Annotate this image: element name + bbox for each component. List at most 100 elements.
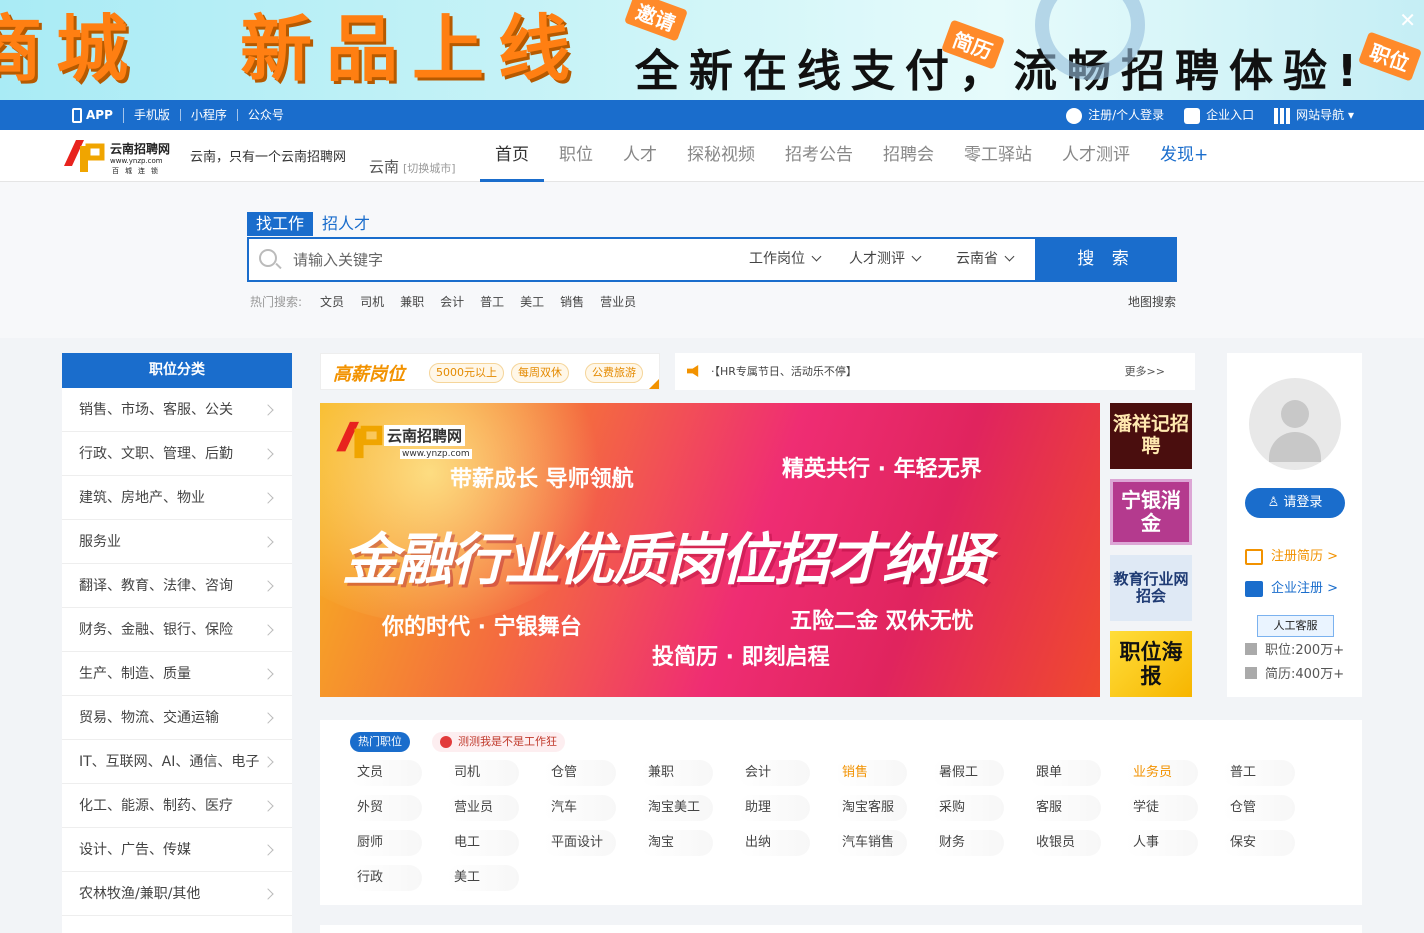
nav-jobs[interactable]: 职位 bbox=[544, 130, 608, 182]
category-item[interactable]: 销售、市场、客服、公关 bbox=[62, 388, 292, 432]
side-ad-pxj[interactable]: 潘祥记招聘 bbox=[1110, 403, 1192, 469]
hot-job-item[interactable]: 行政 bbox=[350, 865, 422, 891]
tab-find-talent[interactable]: 招人才 bbox=[313, 212, 379, 236]
hot-job-item[interactable]: 文员 bbox=[350, 760, 422, 786]
category-item[interactable]: 服务业 bbox=[62, 520, 292, 564]
register-login-link[interactable]: 注册/个人登录 bbox=[1066, 106, 1164, 124]
side-ad-ningyin[interactable]: 宁银消金 bbox=[1110, 479, 1192, 545]
hot-search-item[interactable]: 司机 bbox=[360, 293, 384, 310]
register-resume-link[interactable]: 注册简历 > bbox=[1245, 545, 1338, 565]
nav-talent-assessment[interactable]: 人才测评 bbox=[1047, 130, 1145, 182]
hot-job-item[interactable]: 美工 bbox=[447, 865, 519, 891]
hot-job-item[interactable]: 保安 bbox=[1223, 830, 1295, 856]
hot-job-item[interactable]: 人事 bbox=[1126, 830, 1198, 856]
nav-job-fairs[interactable]: 招聘会 bbox=[868, 130, 949, 182]
login-button[interactable]: ♙ 请登录 bbox=[1245, 488, 1345, 518]
hot-job-item[interactable]: 业务员 bbox=[1126, 760, 1198, 786]
category-item[interactable]: 财务、金融、银行、保险 bbox=[62, 608, 292, 652]
hot-job-item[interactable]: 兼职 bbox=[641, 760, 713, 786]
hot-search-item[interactable]: 美工 bbox=[520, 293, 544, 310]
hot-search-item[interactable]: 兼职 bbox=[400, 293, 424, 310]
hot-job-item[interactable]: 汽车销售 bbox=[835, 830, 907, 856]
category-item[interactable]: 贸易、物流、交通运输 bbox=[62, 696, 292, 740]
hot-job-item[interactable]: 客服 bbox=[1029, 795, 1101, 821]
hot-job-item[interactable]: 仓管 bbox=[544, 760, 616, 786]
hot-job-item[interactable]: 暑假工 bbox=[932, 760, 1004, 786]
city-selector[interactable]: 云南 [切换城市] bbox=[369, 156, 456, 177]
site-nav-dropdown[interactable]: 网站导航 ▾ bbox=[1274, 106, 1354, 124]
category-item[interactable]: 化工、能源、制药、医疗 bbox=[62, 784, 292, 828]
top-ad-banner[interactable]: 商城 新品上线 全新在线支付，流畅招聘体验! 邀请 简历 职位 ✕ bbox=[0, 0, 1424, 100]
nav-home[interactable]: 首页 bbox=[480, 130, 544, 182]
hot-job-item[interactable]: 财务 bbox=[932, 830, 1004, 856]
category-item[interactable]: 行政、文职、管理、后勤 bbox=[62, 432, 292, 476]
side-ad-job-poster[interactable]: 职位海报 bbox=[1110, 631, 1192, 697]
hero-banner[interactable]: 云南招聘网 www.ynzp.com 带薪成长 导师领航 精英共行 · 年轻无界… bbox=[320, 403, 1100, 697]
notice-more-link[interactable]: 更多>> bbox=[1125, 363, 1165, 379]
hot-job-item[interactable]: 销售 bbox=[835, 760, 907, 786]
hot-job-item[interactable]: 采购 bbox=[932, 795, 1004, 821]
category-item[interactable]: 农林牧渔/兼职/其他 bbox=[62, 872, 292, 916]
category-title: 职位分类 bbox=[62, 353, 292, 388]
hot-job-item[interactable]: 仓管 bbox=[1223, 795, 1295, 821]
nav-gig-station[interactable]: 零工驿站 bbox=[949, 130, 1047, 182]
hot-jobs-tab[interactable]: 热门职位 bbox=[350, 732, 410, 752]
nav-videos[interactable]: 探秘视频 bbox=[672, 130, 770, 182]
banner-subtitle: 全新在线支付，流畅招聘体验! bbox=[635, 46, 1368, 97]
nav-talent[interactable]: 人才 bbox=[608, 130, 672, 182]
hot-job-item[interactable]: 营业员 bbox=[447, 795, 519, 821]
nav-exam-notices[interactable]: 招考公告 bbox=[770, 130, 868, 182]
switch-city-link[interactable]: [切换城市] bbox=[403, 162, 456, 175]
job-type-dropdown[interactable]: 工作岗位 bbox=[749, 239, 820, 280]
search-button[interactable]: 搜 索 bbox=[1035, 237, 1177, 282]
high-salary-strip[interactable]: 高薪岗位 5000元以上 每周双休 公费旅游 bbox=[320, 353, 660, 390]
banner-close-icon[interactable]: ✕ bbox=[1399, 8, 1416, 32]
hot-search-item[interactable]: 文员 bbox=[320, 293, 344, 310]
search-input[interactable] bbox=[293, 239, 713, 280]
hot-job-item[interactable]: 跟单 bbox=[1029, 760, 1101, 786]
hot-job-item[interactable]: 淘宝 bbox=[641, 830, 713, 856]
hot-search-item[interactable]: 普工 bbox=[480, 293, 504, 310]
nav-discover[interactable]: 发现+ bbox=[1145, 130, 1223, 182]
hot-job-item[interactable]: 学徒 bbox=[1126, 795, 1198, 821]
map-search-link[interactable]: 地图搜索 bbox=[1128, 293, 1176, 310]
hot-search-item[interactable]: 销售 bbox=[560, 293, 584, 310]
salary-pill[interactable]: 5000元以上 bbox=[429, 363, 504, 383]
hot-job-item[interactable]: 助理 bbox=[738, 795, 810, 821]
category-item[interactable]: 翻译、教育、法律、咨询 bbox=[62, 564, 292, 608]
hot-job-item[interactable]: 外贸 bbox=[350, 795, 422, 821]
hot-job-item[interactable]: 普工 bbox=[1223, 760, 1295, 786]
topbar-link-app[interactable]: APP bbox=[62, 107, 124, 123]
category-item[interactable]: 生产、制造、质量 bbox=[62, 652, 292, 696]
customer-service-button[interactable]: 人工客服 bbox=[1257, 615, 1334, 637]
weekend-pill[interactable]: 每周双休 bbox=[511, 363, 569, 383]
hot-job-item[interactable]: 收银员 bbox=[1029, 830, 1101, 856]
hot-job-item[interactable]: 淘宝客服 bbox=[835, 795, 907, 821]
category-item[interactable]: IT、互联网、AI、通信、电子 bbox=[62, 740, 292, 784]
hot-search-item[interactable]: 营业员 bbox=[600, 293, 636, 310]
hot-job-item[interactable]: 出纳 bbox=[738, 830, 810, 856]
hot-job-item[interactable]: 厨师 bbox=[350, 830, 422, 856]
province-dropdown[interactable]: 云南省 bbox=[956, 239, 1013, 280]
topbar-link-official-account[interactable]: 公众号 bbox=[238, 109, 294, 121]
notice-text[interactable]: ·【HR专属节日、活动乐不停】 bbox=[711, 363, 857, 379]
travel-pill[interactable]: 公费旅游 bbox=[585, 363, 643, 383]
category-item[interactable]: 设计、广告、传媒 bbox=[62, 828, 292, 872]
register-company-link[interactable]: 企业注册 > bbox=[1245, 577, 1338, 597]
hot-job-item[interactable]: 司机 bbox=[447, 760, 519, 786]
topbar-link-mobile[interactable]: 手机版 bbox=[124, 109, 181, 121]
category-item[interactable]: 建筑、房地产、物业 bbox=[62, 476, 292, 520]
enterprise-entry-link[interactable]: 企业入口 bbox=[1184, 106, 1254, 124]
assessment-dropdown[interactable]: 人才测评 bbox=[849, 239, 920, 280]
topbar-link-miniprogram[interactable]: 小程序 bbox=[181, 109, 238, 121]
workaholic-test-link[interactable]: 测测我是不是工作狂 bbox=[432, 732, 565, 752]
hot-job-item[interactable]: 电工 bbox=[447, 830, 519, 856]
hot-job-item[interactable]: 汽车 bbox=[544, 795, 616, 821]
hot-search-item[interactable]: 会计 bbox=[440, 293, 464, 310]
hot-job-item[interactable]: 平面设计 bbox=[544, 830, 616, 856]
hot-job-item[interactable]: 淘宝美工 bbox=[641, 795, 713, 821]
site-logo[interactable]: 云南招聘网 www.ynzp.com 百城连锁 bbox=[62, 136, 178, 176]
hot-job-item[interactable]: 会计 bbox=[738, 760, 810, 786]
side-ad-education-fair[interactable]: 教育行业网招会 bbox=[1110, 555, 1192, 621]
tab-find-job[interactable]: 找工作 bbox=[247, 212, 314, 236]
